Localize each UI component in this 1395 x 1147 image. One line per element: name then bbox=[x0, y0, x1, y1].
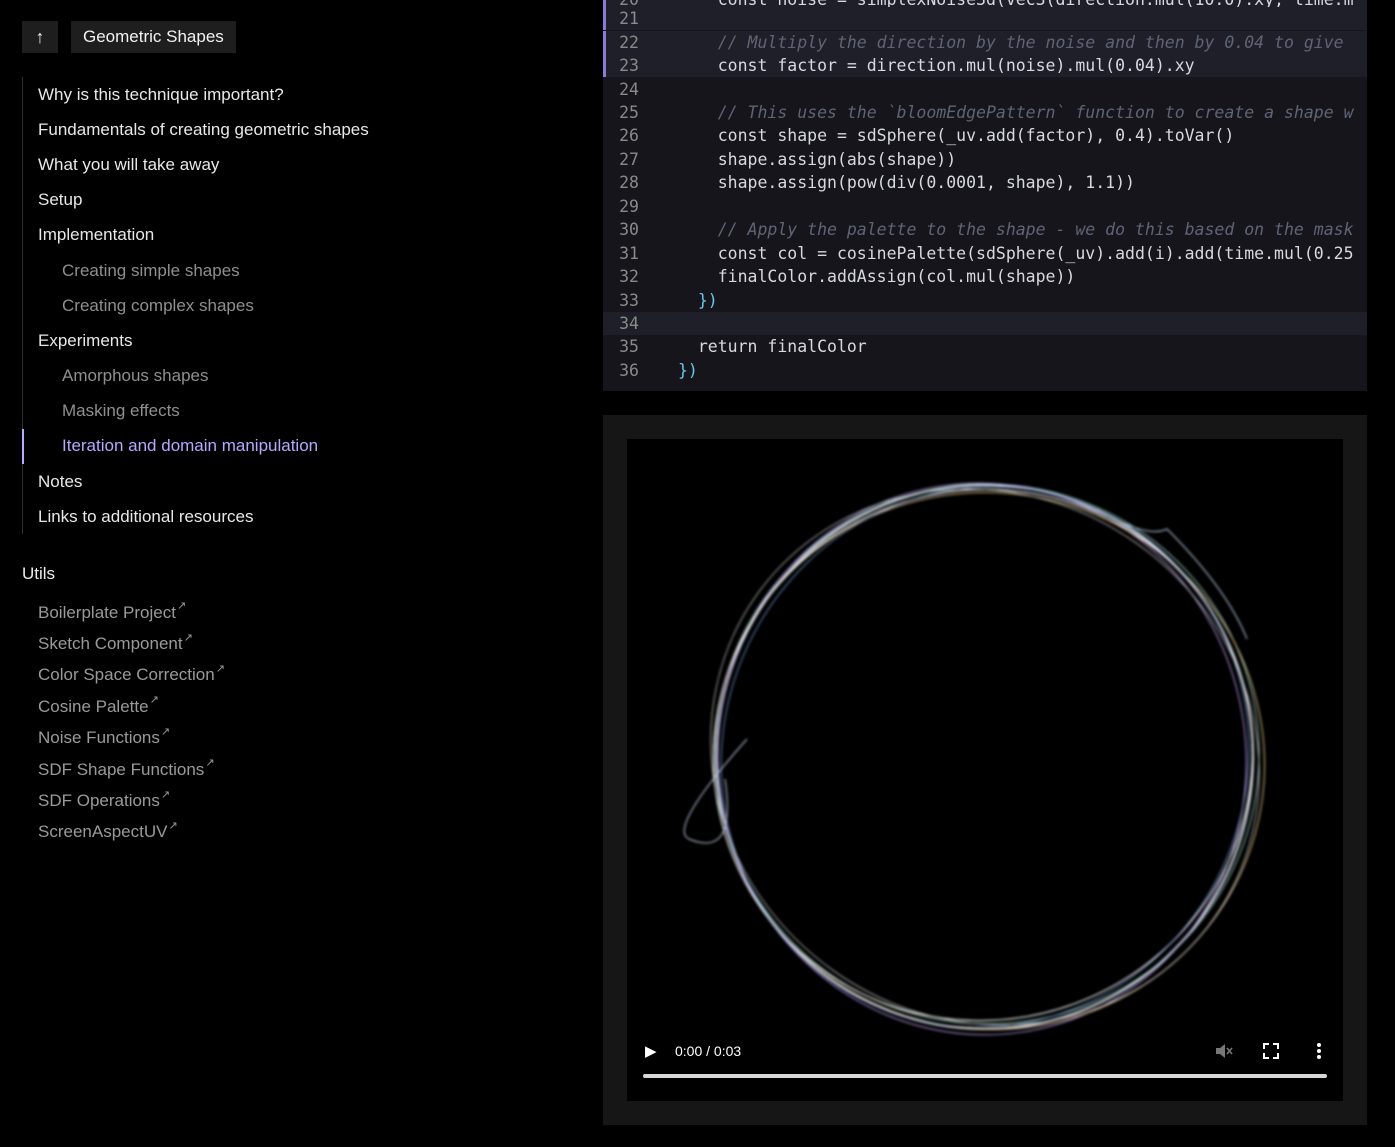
toc-item[interactable]: Links to additional resources bbox=[23, 499, 369, 534]
toc-item[interactable]: Experiments bbox=[23, 323, 369, 358]
video-player[interactable]: ▶ 0:00 / 0:03 bbox=[627, 439, 1343, 1101]
code-line: 29 bbox=[619, 197, 639, 217]
more-vertical-icon[interactable] bbox=[1308, 1040, 1330, 1062]
play-icon[interactable]: ▶ bbox=[645, 1042, 657, 1060]
arrow-up-icon: ↑ bbox=[35, 26, 45, 47]
video-controls: ▶ 0:00 / 0:03 bbox=[627, 1021, 1343, 1101]
sidebar-header: ↑ Geometric Shapes bbox=[22, 21, 236, 53]
code-line: 36}) bbox=[619, 361, 698, 381]
util-link[interactable]: Cosine Palette ↗ bbox=[38, 691, 225, 722]
toc-item[interactable]: Implementation bbox=[23, 218, 369, 253]
util-link[interactable]: Noise Functions ↗ bbox=[38, 723, 225, 754]
video-time: 0:00 / 0:03 bbox=[675, 1043, 742, 1059]
external-link-icon: ↗ bbox=[205, 757, 215, 770]
code-line: 28 shape.assign(pow(div(0.0001, shape), … bbox=[619, 173, 1135, 193]
external-link-icon: ↗ bbox=[149, 694, 159, 707]
code-line: 33 }) bbox=[619, 291, 718, 311]
code-line: 26 const shape = sdSphere(_uv.add(factor… bbox=[619, 126, 1235, 146]
code-line: 25 // This uses the `bloomEdgePattern` f… bbox=[619, 103, 1354, 123]
sidebar: ↑ Geometric Shapes Why is this technique… bbox=[0, 0, 600, 1147]
external-link-icon: ↗ bbox=[183, 631, 193, 644]
toc-item[interactable]: Why is this technique important? bbox=[23, 77, 369, 112]
toc-subitem[interactable]: Masking effects bbox=[23, 394, 369, 429]
toc-subitem[interactable]: Creating simple shapes bbox=[23, 253, 369, 288]
util-link[interactable]: Sketch Component ↗ bbox=[38, 628, 225, 659]
code-line: 31 const col = cosinePalette(sdSphere(_u… bbox=[619, 244, 1354, 264]
table-of-contents: Why is this technique important? Fundame… bbox=[22, 77, 369, 535]
code-line: 27 shape.assign(abs(shape)) bbox=[619, 150, 957, 170]
toc-item[interactable]: Fundamentals of creating geometric shape… bbox=[23, 112, 369, 147]
external-link-icon: ↗ bbox=[215, 662, 225, 675]
video-container: ▶ 0:00 / 0:03 bbox=[603, 415, 1367, 1125]
video-progress-bar[interactable] bbox=[643, 1074, 1327, 1078]
toc-subitem[interactable]: Creating complex shapes bbox=[23, 288, 369, 323]
utils-heading: Utils bbox=[22, 564, 56, 583]
fullscreen-icon[interactable] bbox=[1260, 1040, 1282, 1062]
external-link-icon: ↗ bbox=[160, 788, 171, 801]
section-title[interactable]: Geometric Shapes bbox=[71, 21, 236, 53]
volume-muted-icon[interactable] bbox=[1212, 1040, 1234, 1062]
external-link-icon: ↗ bbox=[168, 819, 178, 832]
toc-item[interactable]: Setup bbox=[23, 183, 369, 218]
code-line: 21 bbox=[603, 7, 1367, 31]
code-line: 32 finalColor.addAssign(col.mul(shape)) bbox=[619, 267, 1076, 287]
util-link[interactable]: Boilerplate Project ↗ bbox=[38, 597, 225, 628]
code-line: 22 // Multiply the direction by the nois… bbox=[603, 31, 1367, 55]
code-line: 30 // Apply the palette to the shape - w… bbox=[619, 220, 1354, 240]
toc-item[interactable]: What you will take away bbox=[23, 147, 369, 182]
back-to-top-button[interactable]: ↑ bbox=[22, 21, 58, 53]
toc-subitem-active[interactable]: Iteration and domain manipulation bbox=[22, 428, 369, 465]
util-link[interactable]: Color Space Correction ↗ bbox=[38, 660, 225, 691]
code-block[interactable]: 20 const noise = simplexNoise3d(vec3(dir… bbox=[603, 0, 1367, 391]
code-line: 35 return finalColor bbox=[619, 337, 867, 357]
code-line: 23 const factor = direction.mul(noise).m… bbox=[603, 54, 1367, 78]
ring-animation-frame bbox=[683, 482, 1266, 1036]
code-line: 34 bbox=[603, 312, 1367, 336]
external-link-icon: ↗ bbox=[176, 600, 187, 613]
util-link[interactable]: SDF Shape Functions ↗ bbox=[38, 754, 225, 785]
code-line: 24 bbox=[619, 80, 639, 100]
toc-subitem[interactable]: Amorphous shapes bbox=[23, 359, 369, 394]
util-link[interactable]: SDF Operations ↗ bbox=[38, 785, 225, 816]
utils-list: Boilerplate Project ↗ Sketch Component ↗ C… bbox=[38, 597, 225, 848]
external-link-icon: ↗ bbox=[160, 725, 171, 738]
util-link[interactable]: ScreenAspectUV ↗ bbox=[38, 817, 225, 848]
toc-item[interactable]: Notes bbox=[23, 464, 369, 499]
